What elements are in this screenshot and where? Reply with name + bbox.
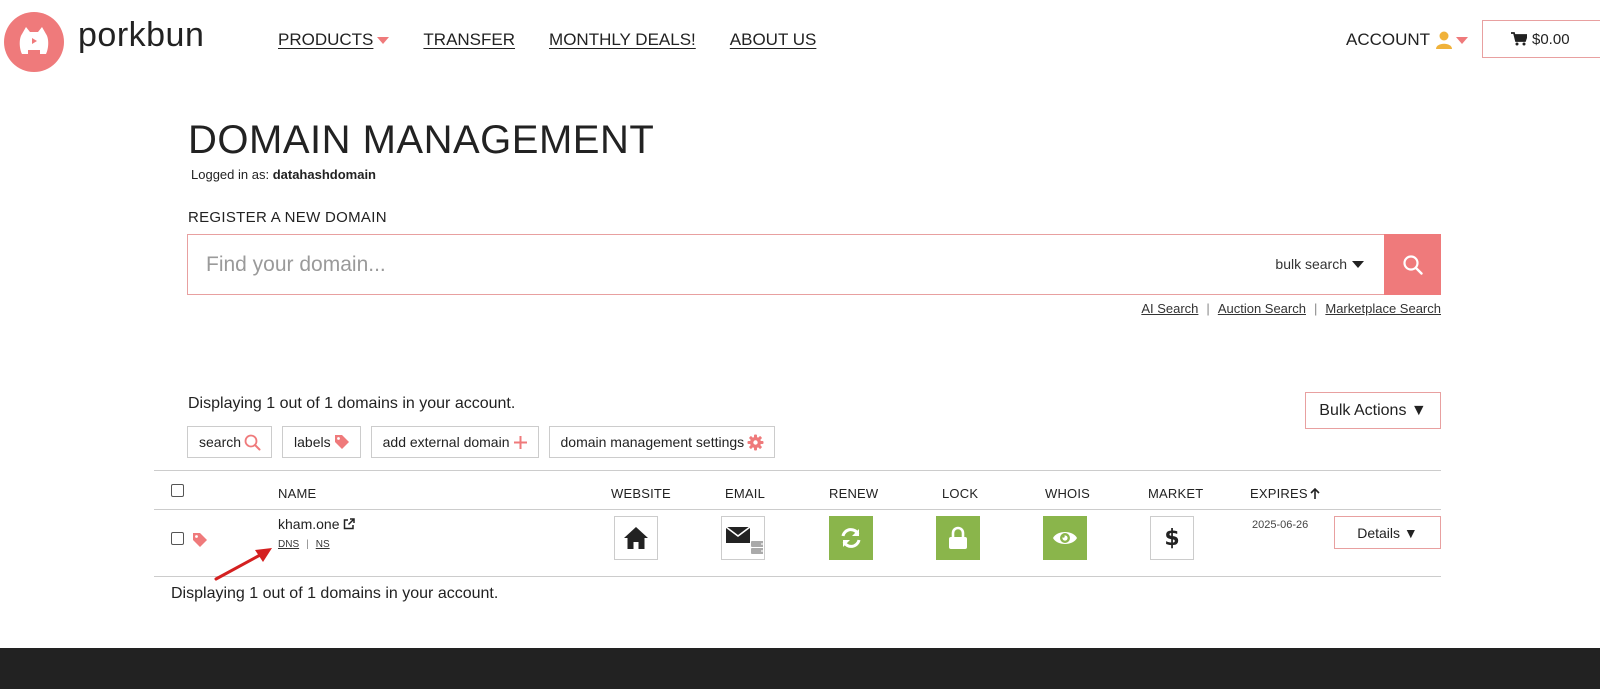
add-external-domain-button[interactable]: add external domain [370,426,539,458]
table-bottom-border [154,576,1441,577]
column-header-whois: WHOIS [1045,486,1091,501]
nav-monthly-deals-label: MONTHLY DEALS! [549,30,696,49]
sort-arrow-up-icon [1310,487,1320,499]
marketplace-search-link[interactable]: Marketplace Search [1325,301,1441,316]
page-title: DOMAIN MANAGEMENT [188,118,655,162]
domain-management-settings-label: domain management settings [560,434,745,450]
column-header-market: MARKET [1148,486,1204,501]
porkbun-logo-icon[interactable] [4,12,64,72]
domain-name-text: kham.one [278,516,340,532]
expires-date: 2025-06-26 [1252,519,1309,531]
plus-icon [513,435,527,449]
domain-filters: search labels add external domain domain… [187,426,785,458]
column-header-expires-label: EXPIRES [1250,486,1308,501]
column-header-name: NAME [278,486,317,501]
link-separator: | [1313,301,1318,316]
domain-count-text-bottom: Displaying 1 out of 1 domains in your ac… [171,585,499,602]
column-header-renew: RENEW [829,486,879,501]
nav-about-us-label: ABOUT US [729,30,817,49]
column-header-expires[interactable]: EXPIRES [1250,486,1320,501]
link-separator: | [1206,301,1210,316]
dns-ns-links: DNS | NS [278,539,330,550]
user-icon [1436,31,1453,49]
tag-icon[interactable] [192,532,208,548]
home-icon [624,527,648,549]
ai-search-link[interactable]: AI Search [1141,301,1198,316]
link-separator: | [306,539,309,550]
brand-name[interactable]: porkbun [78,16,204,55]
details-button[interactable]: Details ▼ [1334,516,1441,549]
nav-monthly-deals[interactable]: MONTHLY DEALS! [549,30,696,50]
logged-in-username: datahashdomain [272,167,376,182]
cart-button[interactable]: $0.00 [1482,20,1600,58]
table-header-border [154,509,1441,510]
domain-search-box: bulk search [187,234,1441,295]
register-domain-label: REGISTER A NEW DOMAIN [188,209,387,226]
search-sub-links: AI Search | Auction Search | Marketplace… [1141,301,1441,316]
account-label: ACCOUNT [1346,30,1431,49]
bulk-actions-button[interactable]: Bulk Actions ▼ [1305,392,1441,429]
auction-search-link[interactable]: Auction Search [1218,301,1306,316]
dollar-icon: $ [1164,525,1180,551]
table-top-border [154,470,1441,471]
chevron-down-icon [1352,260,1364,268]
annotation-arrow-icon [214,548,272,581]
external-link-icon [344,518,356,530]
email-button[interactable] [721,516,765,560]
tag-icon [334,435,349,449]
lock-button[interactable] [936,516,980,560]
row-checkbox[interactable] [171,532,184,545]
logged-in-info: Logged in as: datahashdomain [191,167,376,182]
bulk-search-label: bulk search [1275,256,1347,272]
search-icon [244,434,261,450]
ns-link[interactable]: NS [316,539,330,550]
labels-filter-label: labels [294,434,331,450]
add-external-domain-label: add external domain [382,434,510,450]
market-button[interactable]: $ [1150,516,1194,560]
gear-icon [747,434,764,450]
main-nav: PRODUCTS TRANSFER MONTHLY DEALS! ABOUT U… [278,30,850,50]
domain-search-button[interactable] [1384,234,1441,295]
chevron-down-icon [1456,36,1469,44]
site-footer [0,648,1600,689]
nav-about-us[interactable]: ABOUT US [730,30,817,50]
eye-icon [1053,532,1077,544]
search-filter-label: search [199,434,242,450]
account-menu[interactable]: ACCOUNT [1346,30,1469,50]
website-button[interactable] [614,516,658,560]
domain-name-link[interactable]: kham.one [278,516,356,532]
bulk-search-dropdown[interactable]: bulk search [1275,256,1364,272]
select-all-checkbox[interactable] [171,484,184,497]
column-header-website: WEBSITE [611,486,671,501]
refresh-icon [841,528,861,548]
nav-transfer-label: TRANSFER [423,30,516,49]
domain-search-input[interactable] [188,235,1268,294]
nav-products-label: PRODUCTS [278,30,374,49]
search-icon [1402,254,1423,275]
renew-button[interactable] [829,516,873,560]
dns-link[interactable]: DNS [278,539,299,550]
labels-filter-button[interactable]: labels [282,426,361,458]
site-header: porkbun PRODUCTS TRANSFER MONTHLY DEALS!… [0,0,1600,84]
lock-icon [949,526,967,549]
logged-in-prefix: Logged in as: [191,167,270,182]
search-filter-button[interactable]: search [187,426,273,458]
cart-total: $0.00 [1532,30,1570,48]
nav-products[interactable]: PRODUCTS [278,30,390,50]
whois-button[interactable] [1043,516,1087,560]
cart-icon [1511,32,1527,46]
domain-management-settings-button[interactable]: domain management settings [548,426,776,458]
domain-count-text: Displaying 1 out of 1 domains in your ac… [188,395,516,412]
nav-transfer[interactable]: TRANSFER [423,30,515,50]
column-header-lock: LOCK [942,486,979,501]
column-header-email: EMAIL [725,486,766,501]
chevron-down-icon [377,36,390,44]
email-icon [725,526,763,554]
